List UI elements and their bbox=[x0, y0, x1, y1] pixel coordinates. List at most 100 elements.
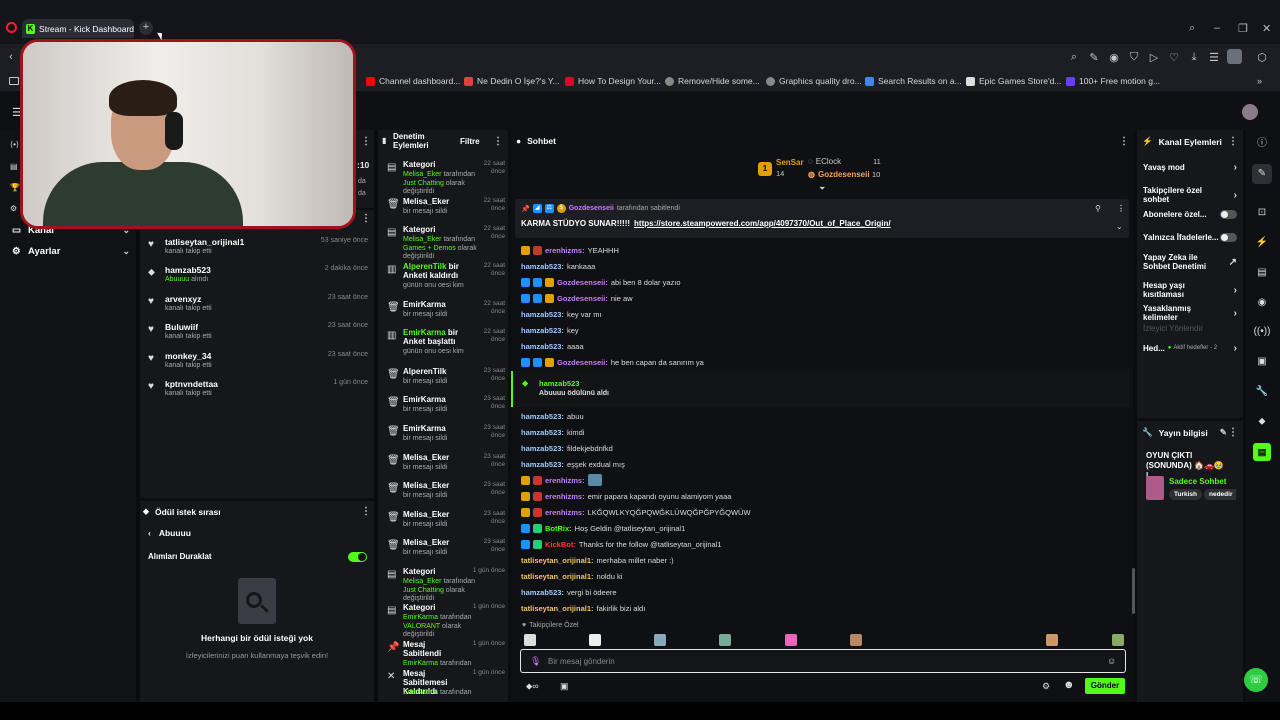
new-tab-button[interactable]: + bbox=[139, 21, 153, 35]
chat-username[interactable]: hamzab523: bbox=[521, 326, 564, 335]
download-icon[interactable]: ⤓ bbox=[1187, 51, 1201, 64]
user-avatar[interactable] bbox=[1242, 104, 1258, 120]
bookmarks-more-icon[interactable]: » bbox=[1257, 76, 1262, 86]
search-tabs-icon[interactable]: ⌕ bbox=[1189, 22, 1195, 35]
close-window-icon[interactable]: ✕ bbox=[1262, 22, 1271, 35]
moderator-name[interactable]: Melisa_Eker bbox=[403, 171, 442, 178]
chat-username[interactable]: tatliseytan_orijinal1: bbox=[521, 604, 594, 613]
tag-2[interactable]: nededir bbox=[1204, 489, 1236, 500]
chat-username[interactable]: tatliseytan_orijinal1: bbox=[521, 556, 594, 565]
channel-action-item[interactable]: Hesap yaşı kısıtlaması › bbox=[1143, 281, 1237, 299]
channel-action-item[interactable]: Yalnızca İfadelerle... bbox=[1143, 233, 1237, 242]
edit-icon[interactable]: ✎ bbox=[1087, 51, 1101, 64]
lightning-rail-icon[interactable]: ⚡ bbox=[1252, 233, 1272, 253]
play-icon[interactable]: ▷ bbox=[1147, 51, 1161, 64]
nav-icon-2[interactable]: ▤ bbox=[10, 162, 18, 171]
activity-item[interactable]: ♥ arvenxyz kanalı takip etti 23 saat önce bbox=[148, 294, 368, 316]
chat-username[interactable]: hamzab523: bbox=[521, 310, 564, 319]
pencil-icon[interactable]: ✎ bbox=[1252, 164, 1272, 184]
bookmark-6[interactable]: Search Results on a... bbox=[865, 76, 962, 86]
mic-icon[interactable]: 🎙 bbox=[530, 656, 541, 667]
chat-username[interactable]: Gozdesenseii: bbox=[557, 278, 608, 287]
chat-username[interactable]: hamzab523: bbox=[521, 428, 564, 437]
trophy-icon[interactable]: 🏆 bbox=[10, 183, 20, 192]
pause-toggle[interactable] bbox=[348, 552, 367, 562]
chat-username[interactable]: hamzab523: bbox=[521, 412, 564, 421]
chat-settings-icon[interactable]: ⚙ bbox=[1042, 681, 1050, 692]
goals-row[interactable]: Hed... ● Aktif hedefler - 2 › bbox=[1143, 344, 1237, 354]
moderator-name[interactable]: EmirKarma bbox=[403, 660, 438, 667]
bookmarks-folder-icon[interactable] bbox=[9, 77, 19, 85]
edit-pencil-icon[interactable]: ✎ bbox=[1220, 427, 1227, 438]
chat-username[interactable]: hamzab523: bbox=[521, 342, 564, 351]
search-page-icon[interactable]: ⌕ bbox=[1067, 51, 1081, 64]
moderator-name[interactable]: EmirKarma bbox=[403, 689, 438, 696]
reward-menu-icon[interactable]: ⋮ bbox=[361, 506, 371, 517]
pinned-link[interactable]: https://store.steampowered.com/app/40973… bbox=[634, 219, 891, 228]
store-icon[interactable]: ▣ bbox=[560, 681, 569, 692]
unpin-icon[interactable]: ⚲ bbox=[1095, 204, 1101, 213]
menu-icon[interactable]: ☰ bbox=[1207, 51, 1221, 64]
toggle-switch[interactable] bbox=[1220, 233, 1237, 242]
channel-actions-menu-icon[interactable]: ⋮ bbox=[1228, 136, 1238, 147]
reward-back-button[interactable]: ‹ Abuuuu bbox=[148, 528, 191, 538]
activity-menu-icon[interactable]: ⋮ bbox=[361, 213, 371, 224]
tag-1[interactable]: Turkish bbox=[1169, 489, 1202, 500]
support-chat-icon[interactable]: ☏ bbox=[1244, 668, 1268, 692]
send-button[interactable]: Gönder bbox=[1085, 678, 1125, 694]
panel-menu-icon[interactable]: ⋮ bbox=[361, 136, 371, 147]
chat-username[interactable]: erenhizms: bbox=[545, 246, 585, 255]
emote-picker-icon[interactable]: ☻ bbox=[1063, 679, 1075, 691]
chat-username[interactable]: Gozdesenseii: bbox=[557, 358, 608, 367]
maximize-icon[interactable]: ❐ bbox=[1238, 22, 1248, 35]
chat-rail-icon[interactable]: ◉ bbox=[1252, 293, 1272, 313]
moderator-name[interactable]: EmirKarma bbox=[403, 614, 438, 621]
activity-item[interactable]: ♥ kptnvndettaa kanalı takip etti 1 gün önce bbox=[148, 379, 368, 401]
channel-action-item[interactable]: Yapay Zeka ile Sohbet Denetimi ↗ bbox=[1143, 253, 1237, 271]
chat-username[interactable]: Gozdesenseii: bbox=[557, 294, 608, 303]
emoji-icon[interactable]: ☺ bbox=[1107, 656, 1116, 666]
pinned-menu-icon[interactable]: ⋮ bbox=[1117, 204, 1125, 213]
chat-username[interactable]: erenhizms: bbox=[545, 492, 585, 501]
emote-icon[interactable] bbox=[1046, 634, 1058, 646]
filter-button[interactable]: Filtre bbox=[460, 137, 480, 146]
bookmark-7[interactable]: Epic Games Store'd... bbox=[966, 76, 1061, 86]
bookmark-5[interactable]: Graphics quality dro... bbox=[766, 76, 862, 86]
emote-icon[interactable] bbox=[850, 634, 862, 646]
chat-username[interactable]: BotRix: bbox=[545, 524, 572, 533]
moderation-menu-icon[interactable]: ⋮ bbox=[493, 136, 503, 147]
store-rail-icon[interactable]: ▣ bbox=[1252, 352, 1272, 372]
nav-ayarlar[interactable]: ⚙ Ayarlar ⌄ bbox=[12, 246, 130, 257]
chat-username[interactable]: tatliseytan_orijinal1: bbox=[521, 572, 594, 581]
activity-item[interactable]: ♥ Buluwiif kanalı takip etti 23 saat önce bbox=[148, 322, 368, 344]
chat-username[interactable]: hamzab523: bbox=[521, 460, 564, 469]
rewards-rail-icon[interactable]: ⬥ bbox=[1252, 412, 1272, 432]
profile-avatar[interactable] bbox=[1227, 49, 1242, 64]
emote-icon[interactable] bbox=[1112, 634, 1124, 646]
emote-icon[interactable] bbox=[654, 634, 666, 646]
moderator-name[interactable]: AlperenTilk bbox=[403, 262, 446, 271]
chat-username[interactable]: KickBot: bbox=[545, 540, 576, 549]
chat-username[interactable]: hamzab523: bbox=[521, 588, 564, 597]
chat-username[interactable]: erenhizms: bbox=[545, 508, 585, 517]
heart-icon[interactable]: ♡ bbox=[1167, 51, 1181, 64]
nav-icon-1[interactable]: ⟨•⟩ bbox=[10, 140, 19, 149]
info-icon[interactable]: ⓘ bbox=[1252, 134, 1272, 154]
extensions-icon[interactable]: ⬡ bbox=[1255, 51, 1269, 64]
activity-item[interactable]: ♥ tatliseytan_orijinal1 kanalı takip etti 5… bbox=[148, 237, 368, 259]
moderator-name[interactable]: Melisa_Eker bbox=[403, 578, 442, 585]
bookmark-4[interactable]: Remove/Hide some... bbox=[665, 76, 760, 86]
channel-action-item[interactable]: Abonelere özel... bbox=[1143, 210, 1237, 219]
emote-icon[interactable] bbox=[785, 634, 797, 646]
bookmark-8[interactable]: 100+ Free motion g... bbox=[1066, 76, 1160, 86]
moderator-name[interactable]: Melisa_Eker bbox=[403, 236, 442, 243]
emote-icon[interactable] bbox=[524, 634, 536, 646]
opera-logo[interactable] bbox=[6, 22, 17, 33]
emote-icon[interactable] bbox=[719, 634, 731, 646]
activity-item[interactable]: ♥ monkey_34 kanalı takip etti 23 saat önce bbox=[148, 351, 368, 373]
bookmark-3[interactable]: How To Design Your... bbox=[565, 76, 661, 86]
activity-item[interactable]: ⬥ hamzab523 Abuuuu alındı 2 dakika önce bbox=[148, 265, 368, 287]
dashboard-icon[interactable]: ⊡ bbox=[1252, 203, 1272, 223]
bookmark-1[interactable]: Channel dashboard... bbox=[366, 76, 460, 86]
channel-action-item[interactable]: Yavaş mod › bbox=[1143, 163, 1237, 173]
